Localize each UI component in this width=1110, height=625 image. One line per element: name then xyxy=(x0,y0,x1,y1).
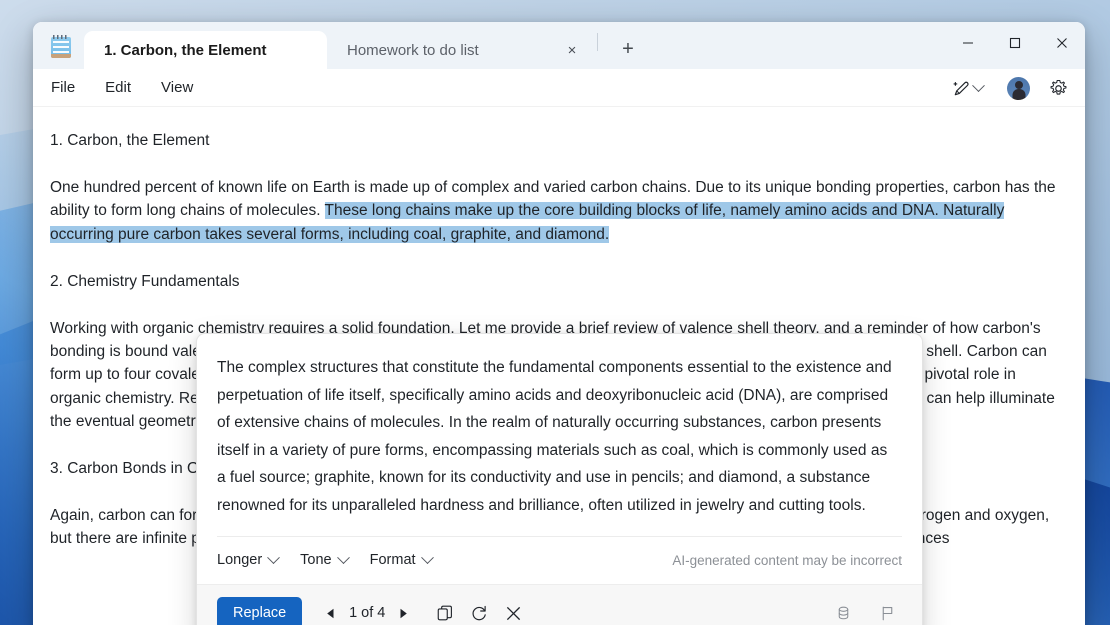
menu-item-file[interactable]: File xyxy=(39,74,87,101)
notepad-window: 1. Carbon, the Element Homework to do li… xyxy=(33,22,1085,625)
menu-item-view[interactable]: View xyxy=(149,74,205,101)
ai-rewrite-footer-right xyxy=(826,598,904,625)
ai-rewrite-footer: Replace 1 of 4 xyxy=(197,583,922,625)
chevron-down-icon xyxy=(972,78,985,92)
flag-icon[interactable] xyxy=(870,598,904,625)
ai-rewrite-pen-icon[interactable] xyxy=(947,75,988,102)
credits-stack-icon[interactable] xyxy=(826,598,860,625)
minimize-button[interactable] xyxy=(944,22,991,64)
close-button[interactable] xyxy=(1038,22,1085,64)
notepad-icon xyxy=(50,35,72,59)
tone-dropdown-label: Tone xyxy=(300,552,332,569)
previous-arrow-icon[interactable] xyxy=(318,600,344,625)
refresh-icon[interactable] xyxy=(462,598,496,625)
document-heading-2: 2. Chemistry Fundamentals xyxy=(50,270,1063,293)
menu-bar: File Edit View xyxy=(33,69,1085,107)
menu-item-edit[interactable]: Edit xyxy=(93,74,143,101)
heading-text: 2. Chemistry Fundamentals xyxy=(50,272,240,290)
title-bar: 1. Carbon, the Element Homework to do li… xyxy=(33,22,1085,69)
gear-icon[interactable] xyxy=(1045,75,1071,101)
chevron-down-icon xyxy=(336,550,350,564)
heading-text: 1. Carbon, the Element xyxy=(50,132,210,149)
maximize-button[interactable] xyxy=(991,22,1038,64)
tab-label: 1. Carbon, the Element xyxy=(104,41,267,59)
ai-generated-text: The complex structures that constitute t… xyxy=(217,359,892,514)
avatar[interactable] xyxy=(1007,76,1030,100)
chevron-down-icon xyxy=(267,550,281,564)
length-dropdown[interactable]: Longer xyxy=(217,550,281,569)
menu-bar-actions xyxy=(947,69,1071,107)
format-dropdown-label: Format xyxy=(369,552,416,569)
document-editor[interactable]: 1. Carbon, the Element One hundred perce… xyxy=(33,107,1085,625)
ai-rewrite-options: Longer Tone Format AI-generated content … xyxy=(217,535,902,584)
close-icon[interactable] xyxy=(496,598,530,625)
tab-label: Homework to do list xyxy=(347,41,479,59)
tab-carbon-the-element[interactable]: 1. Carbon, the Element xyxy=(84,31,327,69)
desktop-background: 1. Carbon, the Element Homework to do li… xyxy=(0,0,1110,625)
ai-rewrite-popup: The complex structures that constitute t… xyxy=(196,333,923,625)
copy-icon[interactable] xyxy=(428,598,462,625)
tone-dropdown[interactable]: Tone xyxy=(300,550,350,569)
replace-button[interactable]: Replace xyxy=(217,597,303,625)
length-dropdown-label: Longer xyxy=(217,552,263,569)
tab-homework-to-do-list[interactable]: Homework to do list × xyxy=(327,31,597,69)
document-heading-1: 1. Carbon, the Element xyxy=(50,129,1063,152)
chevron-down-icon xyxy=(420,550,434,564)
page-counter: 1 of 4 xyxy=(349,605,386,622)
next-arrow-icon[interactable] xyxy=(390,600,416,625)
new-tab-button[interactable]: + xyxy=(612,34,644,64)
divider xyxy=(597,32,598,51)
format-dropdown[interactable]: Format xyxy=(369,550,434,569)
document-paragraph-1: One hundred percent of known life on Ear… xyxy=(50,176,1063,246)
close-icon[interactable]: × xyxy=(561,39,583,61)
ai-disclaimer: AI-generated content may be incorrect xyxy=(672,552,902,568)
window-controls xyxy=(944,22,1085,64)
